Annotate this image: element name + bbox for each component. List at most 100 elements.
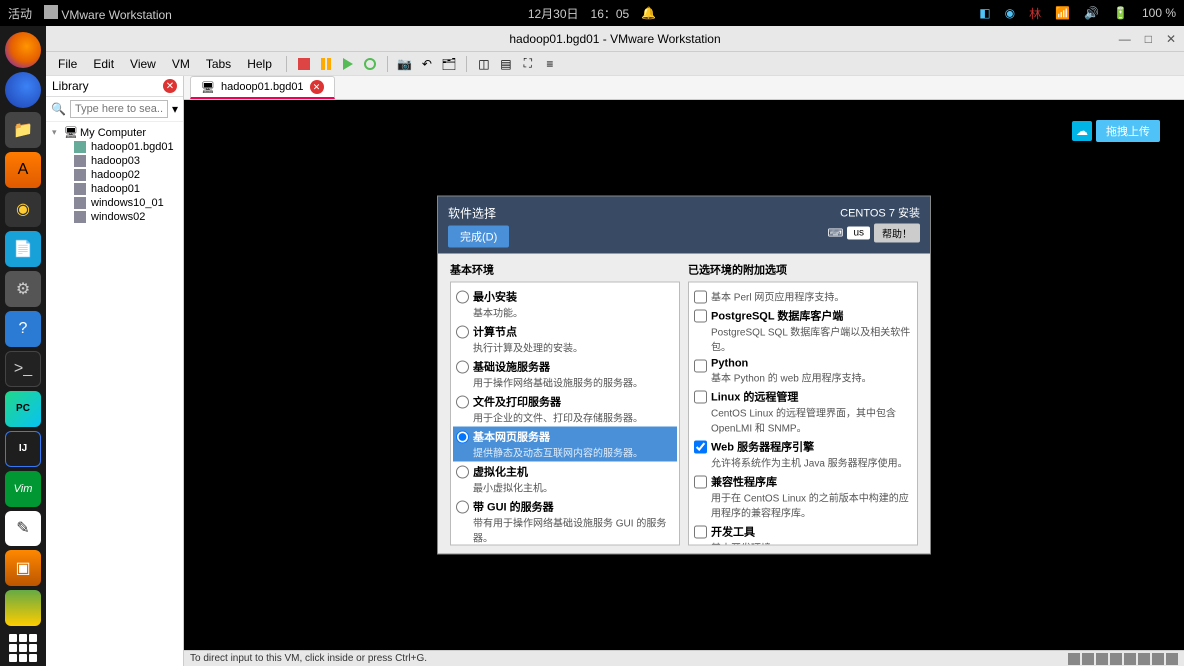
layout-button-2[interactable]: ▤ [497, 55, 515, 73]
status-icon[interactable] [1110, 653, 1122, 665]
tree-root[interactable]: ▾ 🖥 My Computer [46, 125, 183, 140]
app-menu[interactable]: VMware Workstation [44, 5, 172, 22]
addon-option[interactable]: PostgreSQL 数据库客户端PostgreSQL SQL 数据库客户端以及… [691, 306, 915, 356]
status-icon[interactable] [1152, 653, 1164, 665]
library-search-input[interactable] [70, 100, 168, 118]
dock-texteditor[interactable]: ✎ [5, 511, 41, 547]
done-button[interactable]: 完成(D) [448, 226, 509, 248]
dock-apps-grid[interactable] [5, 630, 41, 666]
checkbox-input[interactable] [694, 291, 707, 304]
unity-button[interactable]: ≡ [541, 55, 559, 73]
dock-libreoffice[interactable]: 📄 [5, 231, 41, 267]
dock-files[interactable]: 📁 [5, 112, 41, 148]
dock-software[interactable]: A [5, 152, 41, 188]
search-dropdown-icon[interactable]: ▾ [172, 102, 178, 116]
system-status-area[interactable]: ◧ ◉ 林 📶 🔊 🔋 100 % [979, 5, 1176, 22]
checkbox-input[interactable] [694, 441, 707, 454]
dock-rhythmbox[interactable]: ◉ [5, 192, 41, 228]
menu-edit[interactable]: Edit [87, 57, 120, 71]
maximize-button[interactable]: □ [1145, 32, 1152, 46]
status-icon[interactable] [1166, 653, 1178, 665]
vm-item-windows10-01[interactable]: windows10_01 [46, 196, 183, 210]
close-button[interactable]: ✕ [1166, 32, 1176, 46]
layout-button-1[interactable]: ◫ [475, 55, 493, 73]
menu-file[interactable]: File [52, 57, 83, 71]
vm-item-hadoop03[interactable]: hadoop03 [46, 154, 183, 168]
status-icon[interactable] [1096, 653, 1108, 665]
tray-icon-1[interactable]: ◧ [979, 6, 990, 20]
base-env-option[interactable]: 最小安装基本功能。 [453, 287, 677, 322]
menu-view[interactable]: View [124, 57, 162, 71]
dock-vim[interactable]: Vim [5, 471, 41, 507]
checkbox-input[interactable] [694, 391, 707, 404]
help-button[interactable]: 帮助！ [874, 224, 920, 243]
env-desc: 执行计算及处理的安装。 [473, 340, 583, 355]
checkbox-input[interactable] [694, 360, 707, 373]
snapshot-button[interactable]: 📷 [396, 55, 414, 73]
power-off-button[interactable] [295, 55, 313, 73]
vm-item-hadoop01[interactable]: hadoop01 [46, 182, 183, 196]
base-env-option[interactable]: 基本网页服务器提供静态及动态互联网内容的服务器。 [453, 427, 677, 462]
checkbox-input[interactable] [694, 310, 707, 323]
menu-vm[interactable]: VM [166, 57, 196, 71]
base-env-option[interactable]: 基础设施服务器用于操作网络基础设施服务的服务器。 [453, 357, 677, 392]
addon-option[interactable]: 开发工具基本开发环境。 [691, 522, 915, 546]
snapshot-manager-button[interactable]: 🗂 [440, 55, 458, 73]
dock-thunderbird[interactable] [5, 72, 41, 108]
dock-image[interactable] [5, 590, 41, 626]
vm-item-hadoop02[interactable]: hadoop02 [46, 168, 183, 182]
tray-icon-2[interactable]: ◉ [1005, 6, 1015, 20]
upload-button[interactable]: 拖拽上传 [1096, 120, 1160, 142]
radio-input[interactable] [456, 291, 469, 304]
base-env-option[interactable]: 虚拟化主机最小虚拟化主机。 [453, 462, 677, 497]
vm-screen[interactable]: ☁ 拖拽上传 软件选择 完成(D) CENTOS 7 安装 ⌨ [184, 100, 1184, 650]
clock[interactable]: 12月30日 16：05 🔔 [528, 5, 656, 22]
vm-tab-hadoop01-bgd01[interactable]: 🖥 hadoop01.bgd01 ✕ [190, 76, 335, 99]
dock-settings[interactable]: ⚙ [5, 271, 41, 307]
dock-firefox[interactable] [5, 32, 41, 68]
radio-input[interactable] [456, 466, 469, 479]
vm-item-windows02[interactable]: windows02 [46, 210, 183, 224]
status-icon[interactable] [1082, 653, 1094, 665]
addon-option[interactable]: Linux 的远程管理CentOS Linux 的远程管理界面，其中包含 Ope… [691, 387, 915, 437]
menu-tabs[interactable]: Tabs [200, 57, 237, 71]
radio-input[interactable] [456, 431, 469, 444]
dock-help[interactable]: ? [5, 311, 41, 347]
suspend-button[interactable] [317, 55, 335, 73]
radio-input[interactable] [456, 396, 469, 409]
addon-list[interactable]: 基本 Perl 网页应用程序支持。 PostgreSQL 数据库客户端Postg… [688, 282, 918, 546]
activities-button[interactable]: 活动 [8, 5, 32, 22]
base-env-list[interactable]: 最小安装基本功能。 计算节点执行计算及处理的安装。 基础设施服务器用于操作网络基… [450, 282, 680, 546]
status-icon[interactable] [1124, 653, 1136, 665]
vm-item-hadoop01-bgd01[interactable]: hadoop01.bgd01 [46, 140, 183, 154]
library-close-button[interactable]: ✕ [163, 79, 177, 93]
fullscreen-button[interactable]: ⛶ [519, 55, 537, 73]
status-icon[interactable] [1068, 653, 1080, 665]
language-indicator[interactable]: us [847, 227, 870, 240]
radio-input[interactable] [456, 501, 469, 514]
addon-option[interactable]: 基本 Perl 网页应用程序支持。 [691, 287, 915, 306]
tab-close-button[interactable]: ✕ [310, 80, 324, 94]
checkbox-input[interactable] [694, 526, 707, 539]
cloud-upload-icon[interactable]: ☁ [1072, 121, 1092, 141]
base-env-option[interactable]: 计算节点执行计算及处理的安装。 [453, 322, 677, 357]
snapshot-revert-button[interactable]: ↶ [418, 55, 436, 73]
power-on-button[interactable] [339, 55, 357, 73]
radio-input[interactable] [456, 326, 469, 339]
minimize-button[interactable]: — [1119, 32, 1131, 46]
dock-terminal[interactable]: >_ [5, 351, 41, 387]
dock-pycharm[interactable]: PC [5, 391, 41, 427]
dock-vmware[interactable]: ▣ [5, 550, 41, 586]
restart-button[interactable] [361, 55, 379, 73]
dock-intellij[interactable]: IJ [5, 431, 41, 467]
tray-icon-3[interactable]: 林 [1029, 5, 1041, 22]
base-env-option[interactable]: 文件及打印服务器用于企业的文件、打印及存储服务器。 [453, 392, 677, 427]
addon-option[interactable]: Python基本 Python 的 web 应用程序支持。 [691, 356, 915, 387]
addon-option[interactable]: Web 服务器程序引擎允许将系统作为主机 Java 服务器程序使用。 [691, 437, 915, 472]
checkbox-input[interactable] [694, 476, 707, 489]
base-env-option[interactable]: 带 GUI 的服务器带有用于操作网络基础设施服务 GUI 的服务器。 [453, 497, 677, 546]
radio-input[interactable] [456, 361, 469, 374]
status-icon[interactable] [1138, 653, 1150, 665]
menu-help[interactable]: Help [241, 57, 278, 71]
addon-option[interactable]: 兼容性程序库用于在 CentOS Linux 的之前版本中构建的应用程序的兼容程… [691, 472, 915, 522]
